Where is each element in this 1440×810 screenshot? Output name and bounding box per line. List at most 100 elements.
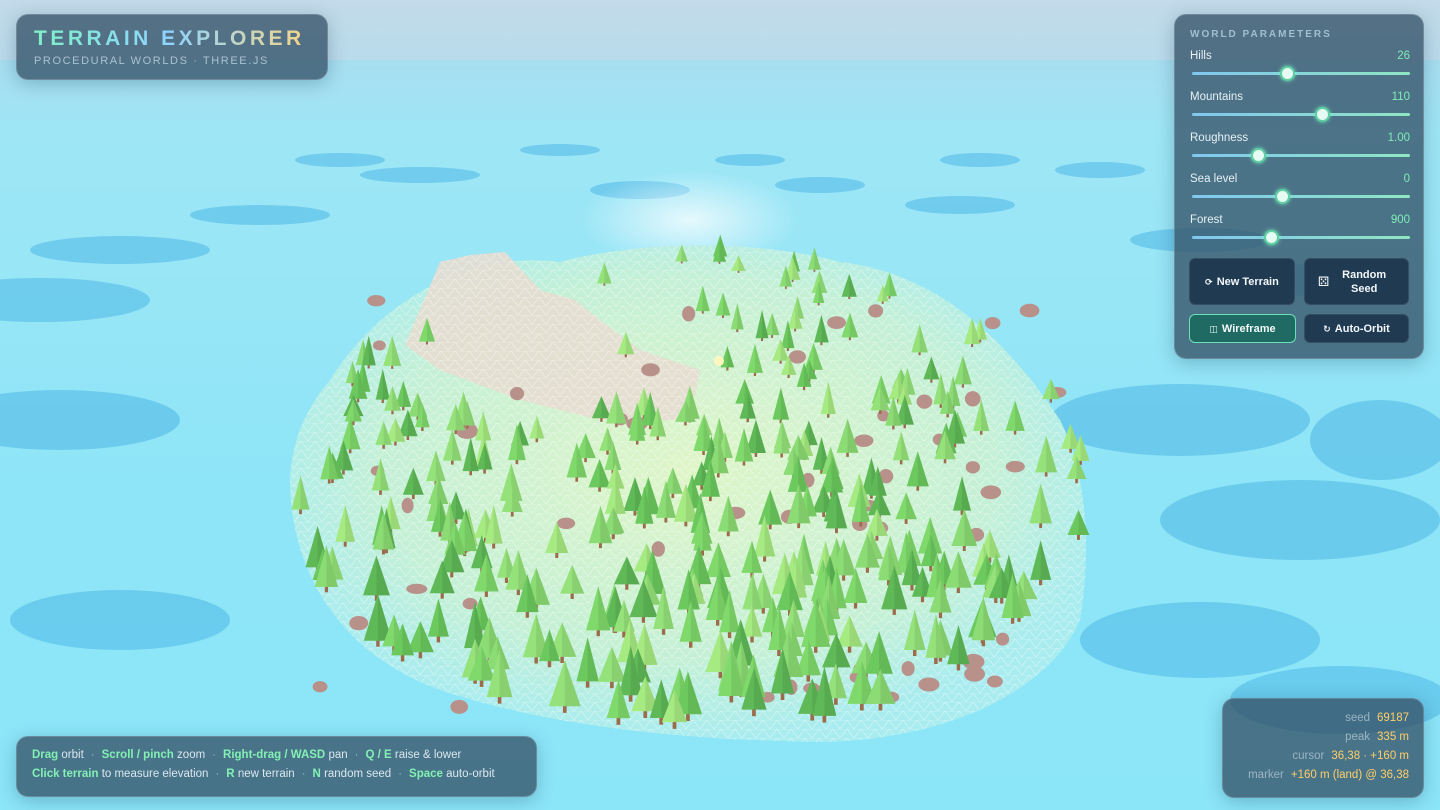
auto-orbit-toggle[interactable]: ↻ Auto-Orbit (1304, 314, 1409, 343)
water-patch (905, 196, 1015, 214)
rock (372, 340, 386, 351)
rock (1019, 303, 1040, 318)
roughness-slider-row: Roughness 1.00 (1190, 132, 1410, 168)
rock (509, 386, 525, 401)
help-key: Drag (32, 749, 59, 761)
rock (984, 317, 1001, 330)
water-patch (295, 153, 385, 167)
help-text: zoom (177, 749, 206, 761)
help-key: Click terrain (32, 768, 99, 780)
rock (450, 699, 469, 714)
peak-row: peak 335 m (1345, 731, 1409, 743)
rock (965, 461, 981, 474)
roughness-label: Roughness (1190, 132, 1249, 144)
help-text: random seed (324, 768, 392, 780)
help-key: R (226, 768, 235, 780)
roughness-value: 1.00 (1387, 132, 1410, 144)
mountains-slider-track[interactable] (1192, 113, 1410, 116)
rock (995, 632, 1010, 646)
forest-value: 900 (1390, 214, 1410, 226)
panel-heading: WORLD PARAMETERS (1190, 29, 1332, 40)
sea-level-slider-thumb[interactable] (1275, 189, 1291, 204)
new-terrain-button[interactable]: ⟳ New Terrain (1189, 258, 1295, 305)
dice-icon: ⚄ (1317, 273, 1330, 289)
forest-slider-thumb[interactable] (1264, 230, 1280, 245)
rock (980, 485, 1002, 500)
rock (964, 391, 981, 407)
mountains-label: Mountains (1190, 91, 1244, 103)
seed-row: seed 69187 (1345, 712, 1409, 724)
help-text: auto-orbit (446, 768, 495, 780)
mountains-slider-row: Mountains 110 (1190, 91, 1410, 127)
water-patch (360, 167, 480, 183)
rock (1005, 460, 1025, 473)
random-seed-label: Random Seed (1342, 268, 1387, 295)
new-terrain-label: New Terrain (1216, 275, 1279, 288)
orbit-icon: ↻ (1323, 323, 1331, 334)
hills-slider-row: Hills 26 (1190, 50, 1410, 86)
rock (918, 677, 940, 692)
help-key: Space (409, 768, 443, 780)
water-patch (1050, 384, 1310, 456)
water-patch (1310, 400, 1440, 480)
water-patch (775, 177, 865, 193)
water-patch (190, 205, 330, 225)
water-patch (715, 154, 785, 166)
rock (827, 316, 846, 330)
elevation-marker (714, 356, 724, 366)
rock (406, 583, 428, 595)
auto-orbit-label: Auto-Orbit (1334, 322, 1390, 335)
wireframe-label: Wireframe (1221, 322, 1276, 335)
mountains-value: 110 (1391, 91, 1410, 103)
hills-value: 26 (1397, 50, 1410, 62)
sea-level-label: Sea level (1190, 173, 1238, 185)
roughness-slider-track[interactable] (1192, 154, 1410, 157)
forest-slider-track[interactable] (1192, 236, 1410, 239)
hills-slider-thumb[interactable] (1279, 66, 1295, 81)
water-patch (520, 144, 600, 156)
refresh-icon: ⟳ (1205, 276, 1213, 287)
terrain-viewport[interactable]: TERRAIN EXPLORER PROCEDURAL WORLDS · THR… (0, 0, 1440, 810)
water-patch (940, 153, 1020, 167)
sea-level-slider-row: Sea level 0 (1190, 173, 1410, 209)
hills-label: Hills (1190, 50, 1212, 62)
marker-label: marker (1248, 769, 1284, 781)
app-title: TERRAIN EXPLORER (34, 27, 305, 50)
random-seed-button[interactable]: ⚄ Random Seed (1304, 258, 1409, 305)
water-patch (1055, 162, 1145, 178)
seed-label: seed (1345, 712, 1371, 724)
rock (901, 661, 915, 677)
help-text: raise & lower (394, 749, 462, 761)
help-text: new terrain (237, 768, 295, 780)
sea-level-slider-track[interactable] (1192, 195, 1410, 198)
rock (987, 675, 1003, 688)
water-patch (10, 590, 230, 650)
wireframe-toggle[interactable]: ◫ Wireframe (1189, 314, 1296, 343)
roughness-slider-thumb[interactable] (1251, 148, 1267, 163)
seed-value: 69187 (1377, 712, 1409, 724)
help-text: pan (328, 749, 348, 761)
rock (367, 294, 386, 307)
title-card: TERRAIN EXPLORER PROCEDURAL WORLDS · THR… (16, 14, 328, 80)
forest-slider-row: Forest 900 (1190, 214, 1410, 250)
water-patch (30, 236, 210, 264)
rock (641, 363, 660, 377)
sea-level-value: 0 (1403, 173, 1410, 185)
controls-help: Drag orbit · Scroll / pinch zoom · Right-dra… (16, 736, 537, 797)
water-patch (0, 390, 180, 450)
world-parameters-panel: WORLD PARAMETERS Hills 26 Mountains 110 … (1174, 14, 1424, 359)
hills-slider-track[interactable] (1192, 72, 1410, 75)
cursor-row: cursor 36,38 · +160 m (1292, 750, 1409, 762)
help-line-1: Drag orbit · Scroll / pinch zoom · Right-dra… (32, 749, 462, 761)
help-key: N (312, 768, 321, 780)
rock (557, 517, 576, 529)
rock (401, 497, 414, 514)
water-patch (1160, 480, 1440, 560)
rock (868, 304, 884, 318)
help-text: orbit (61, 749, 84, 761)
help-key: Right-drag / WASD (223, 749, 326, 761)
mountains-slider-thumb[interactable] (1315, 107, 1330, 122)
cursor-label: cursor (1292, 750, 1325, 762)
help-line-2: Click terrain to measure elevation · R new… (32, 768, 495, 780)
marker-row: marker +160 m (land) @ 36,38 (1248, 769, 1409, 781)
